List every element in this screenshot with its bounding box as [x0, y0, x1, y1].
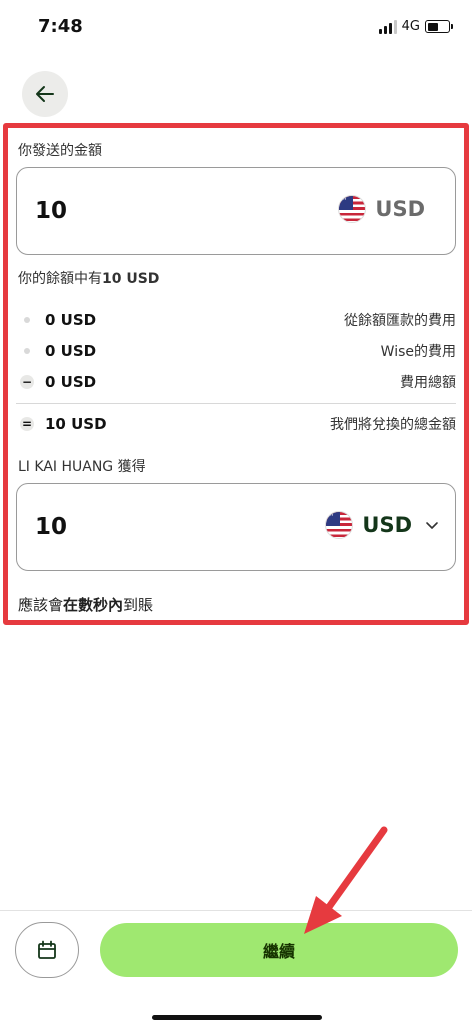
- fee-amount: 0 USD: [45, 311, 97, 329]
- fee-row-total: − 0 USD 費用總額: [18, 371, 456, 393]
- fee-row-wise: 0 USD Wise的費用: [18, 340, 456, 362]
- home-indicator: [152, 1015, 322, 1020]
- calendar-icon: [38, 940, 56, 959]
- equals-icon: =: [20, 417, 34, 431]
- bullet-dot-icon: [20, 344, 34, 358]
- annotation-arrow-icon: [304, 826, 388, 934]
- arrival-suffix: 到賬: [123, 596, 154, 614]
- cellular-signal-icon: [378, 19, 397, 34]
- send-currency: USD: [338, 195, 425, 223]
- battery-icon: [425, 20, 453, 33]
- arrow-left-icon: [36, 86, 54, 102]
- chevron-down-icon: [426, 522, 438, 529]
- us-flag-icon: [325, 511, 354, 539]
- fee-description: 費用總額: [400, 375, 456, 391]
- send-amount-field[interactable]: 10 USD: [16, 167, 456, 255]
- fee-amount: 0 USD: [45, 373, 97, 391]
- status-indicators: 4G: [378, 19, 453, 34]
- balance-note-prefix: 你的餘額中有: [18, 271, 102, 287]
- balance-note-amount: 10 USD: [102, 271, 160, 287]
- bottom-bar-divider: [0, 910, 472, 911]
- balance-note: 你的餘額中有10 USD: [18, 268, 159, 288]
- bullet-dot-icon: [20, 313, 34, 327]
- receive-currency-selector[interactable]: USD: [325, 511, 439, 539]
- arrival-prefix: 應該會: [18, 596, 64, 614]
- converted-amount: 10 USD: [45, 415, 107, 433]
- fee-description: 從餘額匯款的費用: [344, 313, 456, 329]
- network-type: 4G: [401, 19, 420, 34]
- send-amount-input[interactable]: 10: [35, 198, 67, 224]
- arrival-note: 應該會在數秒內到賬: [18, 594, 153, 615]
- receive-amount-input[interactable]: 10: [35, 514, 67, 540]
- continue-button[interactable]: 繼續: [100, 923, 458, 977]
- divider: [16, 403, 456, 404]
- arrival-emphasis: 在數秒內: [63, 596, 124, 614]
- schedule-button[interactable]: [15, 922, 79, 978]
- receive-amount-label: LI KAI HUANG 獲得: [18, 459, 146, 475]
- status-time: 7:48: [38, 16, 83, 37]
- send-currency-code: USD: [375, 197, 425, 221]
- receive-currency-code: USD: [362, 513, 412, 537]
- minus-icon: −: [20, 375, 34, 389]
- fee-row-balance: 0 USD 從餘額匯款的費用: [18, 309, 456, 331]
- us-flag-icon: [338, 195, 367, 223]
- back-button[interactable]: [22, 71, 68, 117]
- status-bar: 7:48 4G: [0, 0, 472, 56]
- receive-amount-field[interactable]: 10 USD: [16, 483, 456, 571]
- converted-amount-row: = 10 USD 我們將兌換的總金額: [18, 413, 456, 435]
- fee-description: Wise的費用: [380, 344, 456, 360]
- converted-description: 我們將兌換的總金額: [330, 417, 456, 433]
- send-amount-label: 你發送的金額: [18, 143, 102, 159]
- fee-amount: 0 USD: [45, 342, 97, 360]
